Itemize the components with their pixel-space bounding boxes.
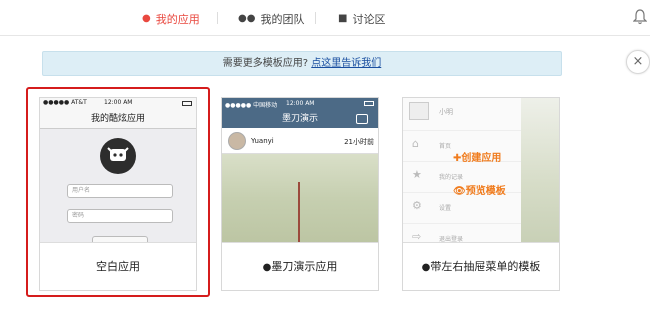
nav-divider	[217, 12, 218, 24]
star-icon: ★	[412, 168, 422, 181]
nav-tab-my-apps[interactable]: ● 我的应用	[142, 11, 200, 27]
phone-status-bar: ●●●●● AT&T 12:00 AM	[40, 98, 196, 109]
phone-status-bar: ●●●●● 中国移动 12:00 AM	[222, 98, 378, 110]
template-caption: 空白应用	[96, 260, 140, 273]
battery-icon	[182, 101, 192, 106]
login-button-preview	[92, 236, 148, 242]
drawer-menu-preview: 小明 ⌂ 首页 ★ 我的记录 ⚙ 设置 ⇨ 退出登录	[403, 98, 521, 243]
users-icon: ●●	[238, 13, 256, 24]
caption-text: 墨刀演示应用	[271, 260, 338, 273]
username-field: 用户名	[67, 184, 173, 198]
nav-tab-my-team[interactable]: ●● 我的团队	[238, 11, 304, 27]
avatar	[228, 132, 246, 150]
template-preview: 小明 ⌂ 首页 ★ 我的记录 ⚙ 设置 ⇨ 退出登录 ☰ ✚创建应用 👁预览模板	[403, 98, 559, 243]
nav-tab-discussion[interactable]: ■ 讨论区	[338, 11, 385, 27]
menu-label: 设置	[439, 205, 452, 212]
close-button[interactable]: ×	[626, 50, 650, 74]
preview-title: 我的酷炫应用	[40, 109, 196, 129]
menu-label: 我的记录	[439, 174, 464, 181]
gear-icon: ⚙	[412, 199, 422, 212]
template-preview: ●●●●● 中国移动 12:00 AM 墨刀演示 Yuanyi 21小时前	[222, 98, 378, 243]
caption-text: 带左右抽屉菜单的模板	[430, 260, 541, 273]
tower-image	[298, 182, 300, 242]
carrier-text: ●●●●● 中国移动	[225, 102, 278, 109]
template-caption: ●带左右抽屉菜单的模板	[403, 244, 559, 290]
home-icon: ⌂	[412, 137, 419, 150]
battery-icon	[364, 101, 374, 106]
post-author: Yuanyi	[251, 137, 274, 145]
post-photo	[222, 154, 378, 242]
carrier-text: ●●●●● AT&T	[43, 99, 87, 106]
notice-link[interactable]: 点这里告诉我们	[311, 58, 381, 69]
status-time: 12:00 AM	[104, 99, 133, 106]
preview-template-label: 👁预览模板	[453, 186, 506, 197]
user-icon: ●	[142, 13, 151, 24]
create-app-label: ✚创建应用	[453, 153, 502, 164]
login-form-preview: 用户名 密码	[40, 129, 196, 242]
template-card-demo[interactable]: ●●●●● 中国移动 12:00 AM 墨刀演示 Yuanyi 21小时前 ●墨…	[221, 97, 379, 291]
logout-icon: ⇨	[412, 230, 422, 243]
nav-tab-label: 我的应用	[155, 13, 200, 26]
image-placeholder-icon	[409, 102, 429, 120]
bell-icon[interactable]	[633, 9, 647, 25]
drawer-user-name: 小明	[439, 108, 453, 116]
template-card-blank[interactable]: ●●●●● AT&T 12:00 AM 我的酷炫应用 用户名 密码 空白应用	[39, 97, 197, 291]
template-request-notice: 需要更多模板应用? 点这里告诉我们	[42, 51, 562, 76]
post-header: Yuanyi 21小时前	[222, 128, 378, 154]
menu-label: 退出登录	[439, 236, 464, 243]
top-nav: ● 我的应用 ●● 我的团队 ■ 讨论区	[0, 0, 650, 36]
close-icon: ×	[632, 54, 644, 69]
notice-text: 需要更多模板应用?	[222, 58, 309, 69]
preview-title: 墨刀演示	[281, 114, 318, 124]
chat-icon: ■	[338, 13, 348, 24]
nav-tab-label: 我的团队	[260, 13, 305, 26]
robot-avatar-icon	[100, 138, 136, 174]
template-card-drawer[interactable]: 小明 ⌂ 首页 ★ 我的记录 ⚙ 设置 ⇨ 退出登录 ☰ ✚创建应用 👁预览模板	[402, 97, 560, 291]
post-time: 21小时前	[344, 138, 374, 146]
drawer-content-preview: ☰	[521, 98, 559, 242]
template-preview: ●●●●● AT&T 12:00 AM 我的酷炫应用 用户名 密码	[40, 98, 196, 243]
password-field: 密码	[67, 209, 173, 223]
template-caption: ●墨刀演示应用	[222, 244, 378, 290]
inbox-icon	[356, 114, 368, 124]
status-time: 12:00 AM	[286, 100, 315, 107]
drawer-menu-item: ⇨ 退出登录	[403, 223, 521, 243]
preview-title-bar: 墨刀演示	[222, 110, 378, 128]
nav-divider	[315, 12, 316, 24]
nav-tab-label: 讨论区	[352, 13, 386, 26]
menu-label: 首页	[439, 143, 452, 150]
